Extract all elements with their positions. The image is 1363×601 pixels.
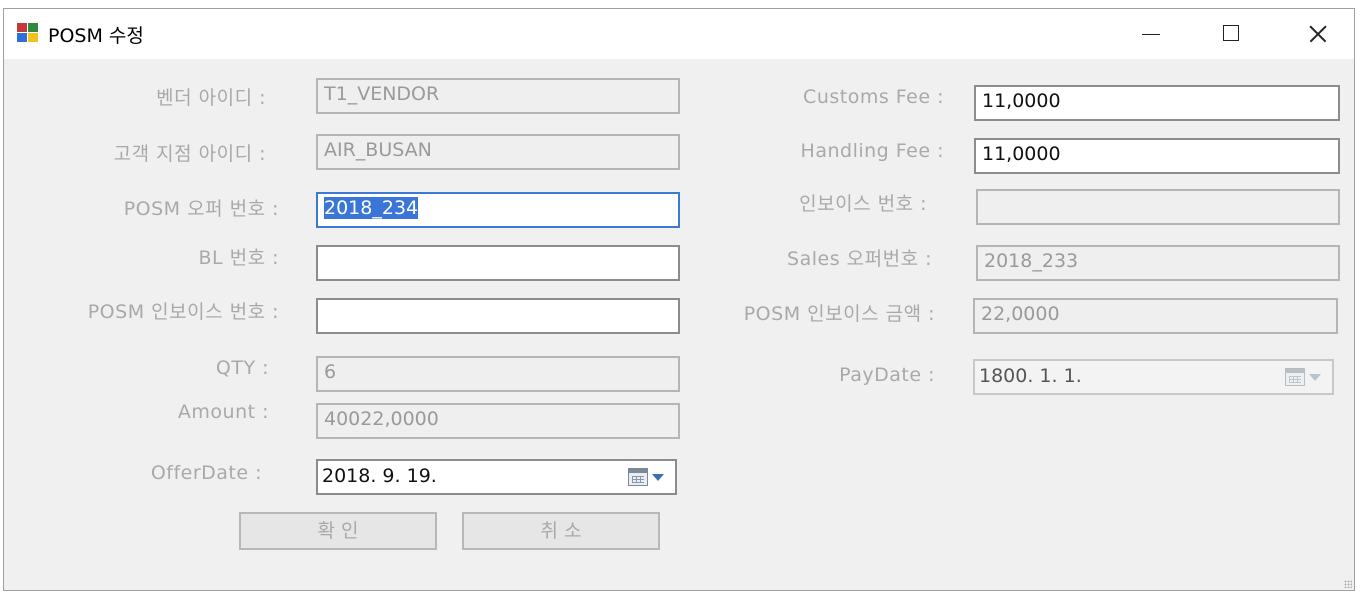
posm-offer-no-value: 2018_234 <box>324 197 419 219</box>
qty-label: QTY : <box>215 357 269 379</box>
invoice-no-label: 인보이스 번호 : <box>799 193 927 215</box>
cancel-button[interactable]: 취 소 <box>462 512 660 550</box>
handling-fee-field[interactable]: 11,0000 <box>974 138 1340 174</box>
chevron-down-icon[interactable] <box>652 474 664 481</box>
amount-field[interactable]: 40022,0000 <box>316 403 680 439</box>
posm-edit-dialog: POSM 수정 벤더 아이디 : T1_VENDOR 고객 지점 아이디 : A… <box>3 8 1355 591</box>
maximize-button[interactable] <box>1210 19 1256 49</box>
calendar-icon[interactable] <box>1285 368 1305 386</box>
close-button[interactable] <box>1294 19 1340 49</box>
sales-offer-no-label: Sales 오퍼번호 : <box>787 248 932 270</box>
offer-date-picker[interactable]: 2018. 9. 19. <box>316 459 677 495</box>
handling-fee-label: Handling Fee : <box>800 140 944 162</box>
pay-date-picker[interactable]: 1800. 1. 1. <box>973 359 1334 395</box>
app-icon <box>17 23 39 43</box>
pay-date-value: 1800. 1. 1. <box>979 365 1082 387</box>
resize-grip[interactable] <box>1344 580 1352 588</box>
posm-invoice-no-field[interactable] <box>316 298 680 334</box>
minimize-button[interactable] <box>1126 19 1172 49</box>
customer-branch-id-label: 고객 지점 아이디 : <box>113 143 266 165</box>
invoice-no-field[interactable] <box>976 189 1340 225</box>
offer-date-value: 2018. 9. 19. <box>322 465 437 487</box>
posm-invoice-amount-label: POSM 인보이스 금액 : <box>743 303 935 325</box>
posm-invoice-amount-field[interactable]: 22,0000 <box>973 298 1338 334</box>
vendor-id-field[interactable]: T1_VENDOR <box>316 78 680 114</box>
calendar-icon[interactable] <box>628 468 648 486</box>
confirm-button[interactable]: 확 인 <box>239 512 437 550</box>
vendor-id-label: 벤더 아이디 : <box>156 87 266 109</box>
posm-invoice-no-label: POSM 인보이스 번호 : <box>87 301 279 323</box>
customer-branch-id-field[interactable]: AIR_BUSAN <box>316 134 680 170</box>
title-bar: POSM 수정 <box>4 9 1354 59</box>
bl-no-field[interactable] <box>316 245 680 281</box>
sales-offer-no-field[interactable]: 2018_233 <box>976 245 1340 281</box>
window-title: POSM 수정 <box>48 25 144 47</box>
posm-offer-no-field[interactable]: 2018_234 <box>316 192 680 228</box>
pay-date-label: PayDate : <box>839 364 935 386</box>
offer-date-label: OfferDate : <box>150 462 262 484</box>
chevron-down-icon[interactable] <box>1309 374 1321 381</box>
posm-offer-no-label: POSM 오퍼 번호 : <box>123 198 279 220</box>
qty-field[interactable]: 6 <box>316 356 680 392</box>
amount-label: Amount : <box>177 401 269 423</box>
customs-fee-field[interactable]: 11,0000 <box>974 85 1340 121</box>
bl-no-label: BL 번호 : <box>198 247 279 269</box>
customs-fee-label: Customs Fee : <box>803 86 944 108</box>
